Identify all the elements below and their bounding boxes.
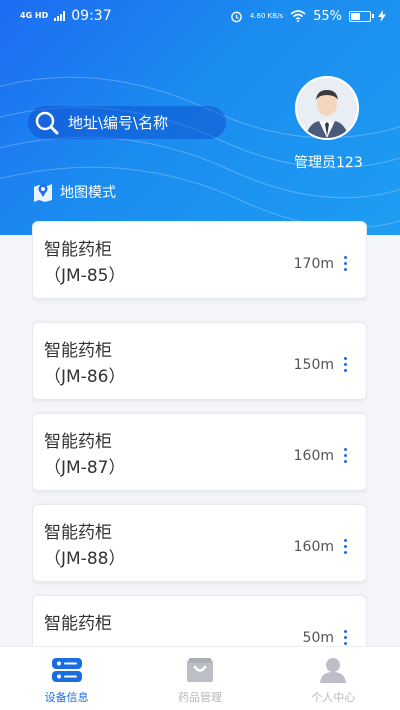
- more-options-icon[interactable]: [343, 539, 349, 555]
- device-card[interactable]: 智能药柜 （JM-88） 160m: [32, 504, 367, 582]
- signal-icon: [54, 11, 66, 21]
- search-input[interactable]: 地址\编号\名称: [28, 106, 226, 139]
- device-card[interactable]: 智能药柜 （JM-85） 170m: [32, 221, 367, 299]
- person-icon: [320, 658, 347, 683]
- header-banner: 4G HD 09:37 4.60 KB/s 55% 地址\编号\名称 地图模式 …: [0, 0, 400, 235]
- search-placeholder: 地址\编号\名称: [68, 114, 169, 132]
- device-info-icon: [51, 658, 82, 682]
- charging-icon: [378, 10, 386, 22]
- device-distance: 160m: [293, 539, 334, 555]
- network-type: 4G HD: [20, 11, 49, 20]
- device-code: （JM-87）: [44, 458, 126, 478]
- bottom-tab-bar: 设备信息 药品管理 个人中心: [0, 646, 400, 710]
- battery-percent: 55%: [313, 8, 342, 24]
- device-name: 智能药柜: [44, 523, 112, 543]
- status-time: 09:37: [71, 8, 112, 24]
- device-list: 智能药柜 （JM-85） 170m 智能药柜 （JM-86） 150m 智能药柜…: [32, 221, 367, 646]
- wifi-icon: [290, 10, 306, 22]
- more-options-icon[interactable]: [343, 448, 349, 464]
- tab-profile[interactable]: 个人中心: [267, 647, 400, 710]
- search-icon: [35, 111, 59, 134]
- more-options-icon[interactable]: [343, 256, 349, 272]
- tab-medicine[interactable]: 药品管理: [133, 647, 266, 710]
- admin-name: 管理员123: [294, 155, 363, 171]
- device-distance: 160m: [293, 448, 334, 464]
- avatar[interactable]: [295, 76, 359, 140]
- network-speed: 4.60 KB/s: [249, 11, 284, 20]
- device-name: 智能药柜: [44, 341, 112, 361]
- battery-icon: [349, 10, 374, 22]
- tab-medicine-label: 药品管理: [177, 691, 222, 704]
- map-icon: [34, 184, 52, 202]
- device-code: （JM-86）: [44, 367, 126, 387]
- device-card[interactable]: 智能药柜 50m: [32, 595, 367, 646]
- tab-device-info[interactable]: 设备信息: [0, 647, 133, 710]
- device-distance: 50m: [302, 630, 334, 646]
- device-name: 智能药柜: [44, 240, 112, 260]
- status-bar: 4G HD 09:37 4.60 KB/s 55%: [0, 0, 400, 32]
- device-code: （JM-88）: [44, 549, 126, 569]
- tab-profile-label: 个人中心: [311, 691, 356, 704]
- tab-device-info-label: 设备信息: [44, 691, 89, 704]
- device-distance: 170m: [293, 256, 334, 272]
- medicine-bag-icon: [186, 658, 213, 682]
- device-name: 智能药柜: [44, 432, 112, 452]
- device-card[interactable]: 智能药柜 （JM-86） 150m: [32, 322, 367, 400]
- admin-avatar-icon: [297, 78, 357, 138]
- map-mode-label: 地图模式: [60, 185, 116, 201]
- device-code: （JM-85）: [44, 266, 126, 286]
- device-distance: 150m: [293, 357, 334, 373]
- map-mode-button[interactable]: 地图模式: [33, 181, 116, 203]
- more-options-icon[interactable]: [343, 357, 349, 373]
- more-options-icon[interactable]: [343, 630, 349, 646]
- device-name: 智能药柜: [44, 614, 112, 634]
- device-card[interactable]: 智能药柜 （JM-87） 160m: [32, 413, 367, 491]
- alarm-icon: [231, 11, 242, 22]
